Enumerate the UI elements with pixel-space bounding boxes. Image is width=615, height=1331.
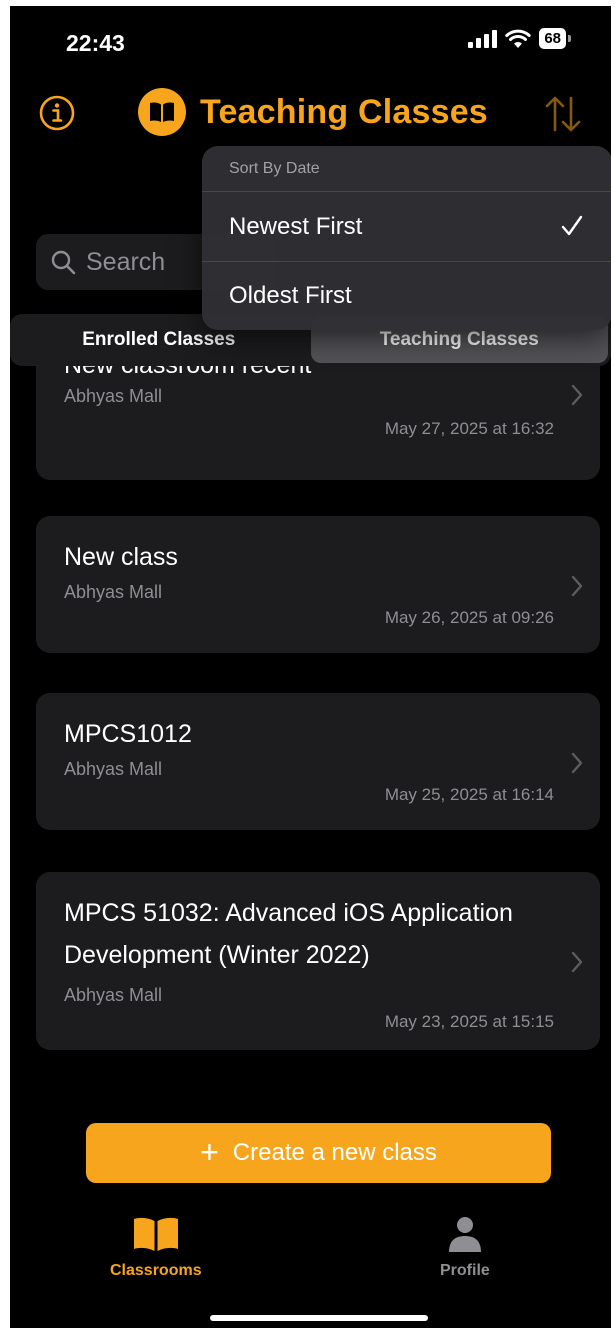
plus-icon: + [200, 1133, 219, 1170]
status-time: 22:43 [66, 30, 125, 56]
person-icon [448, 1217, 481, 1252]
sort-arrows-icon [545, 96, 581, 132]
chevron-right-icon [571, 575, 583, 597]
class-title: New class [64, 543, 178, 571]
book-badge-icon [138, 88, 186, 136]
sort-option-label: Oldest First [229, 282, 352, 309]
chevron-right-icon [571, 951, 583, 973]
tab-label: Profile [440, 1262, 490, 1279]
tab-label: Classrooms [110, 1262, 202, 1279]
class-title-line2: Development (Winter 2022) [64, 941, 370, 969]
info-button[interactable] [38, 94, 76, 132]
sort-option-label: Newest First [229, 212, 363, 240]
search-icon [51, 250, 76, 275]
sort-option-oldest-first[interactable]: Oldest First [202, 261, 611, 330]
sort-option-newest-first[interactable]: Newest First [202, 192, 611, 261]
class-title: MPCS 51032: Advanced iOS Application [64, 899, 513, 927]
page-title: Teaching Classes [200, 92, 488, 131]
tab-profile[interactable]: Profile [440, 1216, 490, 1280]
tab-classrooms[interactable]: Classrooms [110, 1216, 202, 1280]
class-owner: Abhyas Mall [64, 759, 163, 779]
class-date: May 25, 2025 at 16:14 [384, 785, 554, 804]
class-card[interactable]: MPCS1012 Abhyas Mall May 25, 2025 at 16:… [36, 693, 600, 830]
chevron-right-icon [571, 384, 583, 406]
class-list: New classroom recent Abhyas Mall May 27,… [10, 366, 611, 1116]
create-class-label: Create a new class [232, 1139, 437, 1166]
home-indicator[interactable] [210, 1315, 428, 1321]
book-icon [133, 1217, 178, 1251]
sort-menu: Sort By Date Newest First Oldest First [202, 146, 611, 330]
checkmark-icon [561, 215, 583, 236]
class-card[interactable]: New class Abhyas Mall May 26, 2025 at 09… [36, 516, 600, 653]
status-indicators: 68 [468, 28, 571, 49]
phone-screen: 22:43 68 Teaching Classes Search Enrolle… [10, 6, 611, 1328]
class-date: May 26, 2025 at 09:26 [384, 608, 554, 627]
sort-menu-header: Sort By Date [202, 146, 611, 192]
class-title: MPCS1012 [64, 720, 192, 748]
info-icon [39, 95, 75, 131]
class-owner: Abhyas Mall [64, 582, 163, 602]
class-owner: Abhyas Mall [64, 386, 163, 406]
cellular-signal-icon [468, 29, 498, 48]
chevron-right-icon [571, 752, 583, 774]
class-card[interactable]: New classroom recent Abhyas Mall May 27,… [36, 366, 600, 480]
sort-button[interactable] [541, 92, 585, 136]
battery-tip [568, 35, 571, 42]
class-title: New classroom recent [64, 366, 311, 386]
class-owner: Abhyas Mall [64, 985, 163, 1005]
create-class-button[interactable]: + Create a new class [86, 1123, 551, 1183]
battery-level: 68 [539, 28, 566, 49]
header-title-group: Teaching Classes [138, 88, 488, 136]
class-date: May 27, 2025 at 16:32 [384, 419, 554, 438]
class-date: May 23, 2025 at 15:15 [384, 1012, 554, 1031]
class-card[interactable]: MPCS 51032: Advanced iOS Application Dev… [36, 872, 600, 1050]
wifi-icon [505, 29, 532, 49]
